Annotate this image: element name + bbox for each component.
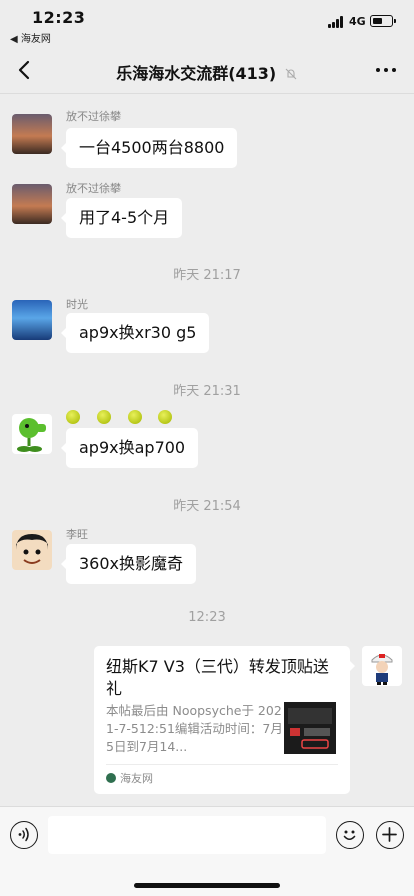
card-thumbnail: [284, 702, 336, 754]
more-options-icon[interactable]: [374, 60, 398, 80]
voice-input-button[interactable]: [10, 821, 38, 849]
sender-name: 李旺: [66, 528, 88, 541]
sender-name: 放不过徐攀: [66, 182, 121, 195]
more-functions-button[interactable]: [376, 821, 404, 849]
avatar[interactable]: [12, 530, 52, 570]
message-input[interactable]: [48, 816, 326, 854]
my-avatar[interactable]: [362, 646, 402, 686]
battery-icon: [370, 15, 396, 27]
cartoon-face-icon: [16, 534, 48, 564]
avatar[interactable]: [12, 414, 52, 454]
avatar[interactable]: [12, 184, 52, 224]
tennis-ball-icon: [97, 410, 111, 424]
network-type: 4G: [349, 15, 366, 28]
emoji-button[interactable]: [336, 821, 364, 849]
card-title: 纽斯K7 V3（三代）转发顶贴送礼: [106, 657, 329, 698]
card-source: 海友网: [106, 770, 153, 786]
sender-name: 放不过徐攀: [66, 110, 121, 123]
sender-name: 时光: [66, 298, 88, 311]
home-indicator: [134, 883, 280, 888]
mute-icon: [285, 68, 297, 80]
card-divider: [106, 764, 338, 765]
voice-icon: [18, 827, 29, 842]
plus-icon: [382, 827, 397, 842]
chat-area[interactable]: 放不过徐攀 一台4500两台8800 放不过徐攀 用了4-5个月 昨天 21:1…: [0, 94, 414, 806]
tennis-ball-icon: [128, 410, 142, 424]
message-bubble[interactable]: 一台4500两台8800: [60, 128, 238, 168]
police-avatar-icon: [371, 654, 393, 685]
tennis-ball-icon: [66, 410, 80, 424]
signal-icon: [328, 16, 346, 28]
status-bar: 12:23 ◀ 海友网 4G: [0, 0, 414, 46]
card-description: 本帖最后由 Noopsyche于 2021-7-512:51编辑活动时间：7月5…: [106, 703, 283, 754]
avatar[interactable]: [12, 300, 52, 340]
input-bar: [0, 806, 414, 896]
status-time: 12:23: [32, 8, 86, 27]
chat-title: 乐海海水交流群(413): [116, 64, 277, 83]
message-bubble[interactable]: 360x换影魔奇: [60, 544, 197, 584]
timestamp: 昨天 21:17: [173, 268, 241, 283]
link-card[interactable]: 纽斯K7 V3（三代）转发顶贴送礼 本帖最后由 Noopsyche于 2021-…: [94, 646, 355, 794]
timestamp: 昨天 21:54: [173, 499, 241, 514]
card-source-label: 海友网: [120, 772, 153, 785]
back-to-app-link[interactable]: ◀ 海友网: [10, 30, 51, 45]
message-bubble[interactable]: ap9x换xr30 g5: [60, 313, 210, 353]
message-bubble[interactable]: ap9x换ap700: [60, 428, 199, 468]
message-bubble[interactable]: 用了4-5个月: [60, 198, 183, 238]
avatar[interactable]: [12, 114, 52, 154]
source-logo-icon: [106, 773, 116, 783]
peashooter-icon: [17, 418, 46, 452]
chat-title-wrap: 乐海海水交流群(413): [0, 60, 414, 84]
timestamp: 12:23: [188, 610, 226, 625]
tennis-ball-icon: [158, 410, 172, 424]
chat-header: 乐海海水交流群(413): [0, 46, 414, 94]
smile-icon: [343, 830, 356, 841]
timestamp: 昨天 21:31: [173, 384, 241, 399]
